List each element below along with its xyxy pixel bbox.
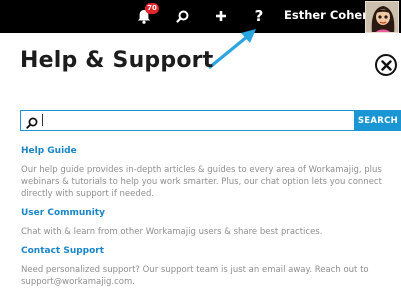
top-nav-bar: ? Esther Cohen xyxy=(0,0,401,33)
user-name[interactable]: Esther Cohen xyxy=(284,8,370,22)
help-search-box[interactable] xyxy=(20,110,355,131)
contact-support-link[interactable]: Contact Support xyxy=(21,246,104,256)
user-community-description: Chat with & learn from other Workamajig … xyxy=(21,227,323,237)
search-icon xyxy=(26,114,38,133)
annotation-arrow-icon xyxy=(205,28,265,77)
help-search-input[interactable] xyxy=(43,112,343,128)
help-icon[interactable]: ? xyxy=(250,5,268,27)
search-button[interactable]: SEARCH xyxy=(355,110,401,131)
help-guide-link[interactable]: Help Guide xyxy=(21,146,77,156)
user-community-link[interactable]: User Community xyxy=(21,208,105,218)
close-icon[interactable] xyxy=(375,54,397,76)
notification-badge: 70 xyxy=(145,3,159,14)
avatar[interactable] xyxy=(365,1,399,33)
search-icon[interactable] xyxy=(174,5,190,27)
page-title: Help & Support xyxy=(20,48,214,73)
contact-support-description: Need personalized support? Our support t… xyxy=(21,265,369,287)
help-guide-description: Our help guide provides in-depth article… xyxy=(21,165,382,199)
plus-icon[interactable] xyxy=(213,5,229,27)
